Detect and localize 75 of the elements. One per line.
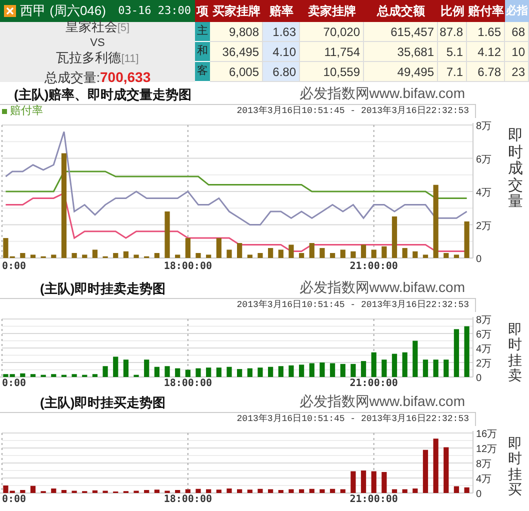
column-header: 比例 bbox=[438, 0, 467, 22]
column-header: 卖家挂牌 bbox=[300, 0, 364, 22]
vs-label: VS bbox=[90, 36, 105, 48]
axis-title: 即时挂卖 bbox=[508, 322, 522, 386]
total-volume: 总成交量:700,633 bbox=[44, 68, 151, 86]
table-cell: 23 bbox=[505, 62, 529, 82]
axis-label: 0:00 bbox=[2, 261, 26, 272]
chart-title: (主队)即时挂买走势图 bbox=[40, 394, 166, 412]
axis-label: 18:00:00 bbox=[164, 494, 212, 505]
table-cell: 4.10 bbox=[263, 42, 300, 62]
column-header: 项 bbox=[195, 0, 210, 22]
league-label: 西甲 (周六046) bbox=[20, 2, 106, 20]
site-credit: 必发指数网www.bifaw.com bbox=[299, 392, 465, 411]
axis-label: 8万 bbox=[476, 121, 492, 132]
table-cell: 6,005 bbox=[210, 62, 263, 82]
team-name: 瓦拉多利德[11] bbox=[56, 48, 139, 66]
table-cell: 6.80 bbox=[263, 62, 300, 82]
axis-label: 8万 bbox=[476, 315, 492, 326]
axis-label: 18:00:00 bbox=[164, 261, 212, 272]
axis-label: 21:00:00 bbox=[350, 378, 398, 389]
axis-title: 即时成交量 bbox=[508, 128, 523, 212]
column-header: 赔率 bbox=[263, 0, 300, 22]
date-range: 2013年3月16日10:51:45 - 2013年3月16日22:32:53 bbox=[236, 412, 469, 426]
axis-label: 4万 bbox=[476, 344, 492, 355]
table-cell: 49,495 bbox=[364, 62, 438, 82]
chart-title: (主队)赔率、即时成交量走势图 bbox=[14, 86, 192, 104]
site-credit: 必发指数网www.bifaw.com bbox=[299, 278, 465, 297]
axis-label: 21:00:00 bbox=[350, 494, 398, 505]
table-cell: 70,020 bbox=[300, 22, 364, 42]
column-header: 赔付率 bbox=[467, 0, 505, 22]
table-cell: 11,754 bbox=[300, 42, 364, 62]
table-cell: 10,559 bbox=[300, 62, 364, 82]
table-cell: 68 bbox=[505, 22, 529, 42]
axis-label: 21:00:00 bbox=[350, 261, 398, 272]
column-header: 必指 bbox=[505, 0, 529, 22]
table-cell: 615,457 bbox=[364, 22, 438, 42]
team-name: 皇家社会[5] bbox=[65, 18, 130, 36]
table-cell: 9,808 bbox=[210, 22, 263, 42]
axis-label: 0:00 bbox=[2, 494, 26, 505]
axis-label: 2万 bbox=[476, 358, 492, 370]
axis-label: 4万 bbox=[476, 474, 492, 485]
axis-label: 6万 bbox=[476, 330, 492, 340]
table-cell: 35,681 bbox=[364, 42, 438, 62]
axis-label: 8万 bbox=[476, 459, 492, 470]
date-range: 2013年3月16日10:51:45 - 2013年3月16日22:32:53 bbox=[236, 298, 469, 312]
chart-title: (主队)即时挂卖走势图 bbox=[40, 280, 166, 298]
date-range: 2013年3月16日10:51:45 - 2013年3月16日22:32:53 bbox=[236, 104, 469, 118]
row-label: 主 bbox=[195, 22, 210, 42]
table-cell: 36,495 bbox=[210, 42, 263, 62]
axis-label: 0 bbox=[476, 489, 482, 500]
table-cell: 6.78 bbox=[467, 62, 505, 82]
row-label: 和 bbox=[195, 42, 210, 62]
table-cell: 5.1 bbox=[438, 42, 467, 62]
column-header: 买家挂牌 bbox=[210, 0, 263, 22]
axis-label: 16万 bbox=[476, 429, 498, 440]
site-credit: 必发指数网www.bifaw.com bbox=[299, 84, 465, 103]
axis-label: 18:00:00 bbox=[164, 378, 212, 389]
table-cell: 10 bbox=[505, 42, 529, 62]
table-cell: 1.65 bbox=[467, 22, 505, 42]
axis-label: 2万 bbox=[476, 220, 492, 232]
legend-item: 赔付率 bbox=[2, 103, 43, 120]
axis-label: 6万 bbox=[476, 154, 492, 166]
axis-label: 4万 bbox=[476, 188, 492, 198]
match-time: 03-16 23:00 bbox=[118, 2, 191, 19]
table-cell: 7.1 bbox=[438, 62, 467, 82]
axis-label: 0 bbox=[476, 254, 482, 265]
axis-title: 即时挂买 bbox=[508, 436, 522, 500]
table-cell: 4.12 bbox=[467, 42, 505, 62]
column-header: 总成交额 bbox=[364, 0, 438, 22]
axis-label: 0 bbox=[476, 373, 482, 384]
table-cell: 1.63 bbox=[263, 22, 300, 42]
axis-label: 0:00 bbox=[2, 378, 26, 389]
axis-label: 12万 bbox=[476, 444, 498, 455]
row-label: 客 bbox=[195, 62, 210, 82]
table-cell: 87.8 bbox=[438, 22, 467, 42]
